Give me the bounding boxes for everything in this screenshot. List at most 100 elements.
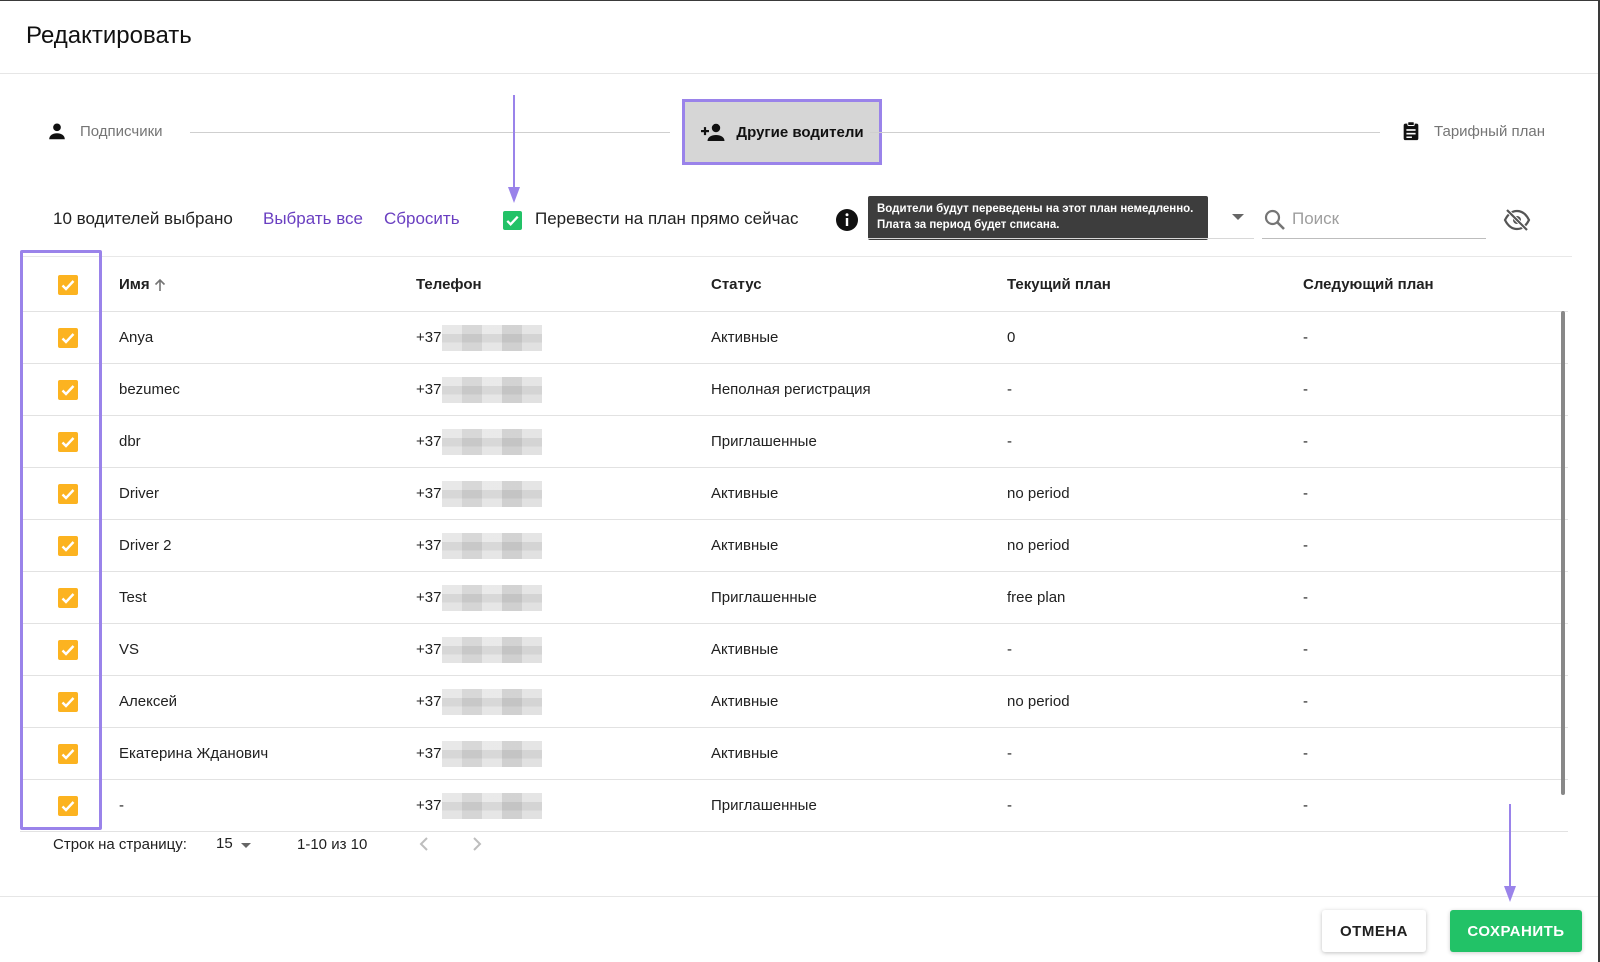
row-checkbox[interactable] — [58, 639, 78, 660]
redacted-phone — [442, 428, 543, 455]
cell-next-plan: - — [1303, 641, 1308, 658]
table-row[interactable]: Екатерина Жданович +37 Активные - - — [20, 728, 1568, 780]
cell-name: VS — [119, 641, 140, 658]
column-header-status[interactable]: Статус — [711, 258, 762, 311]
chevron-left-icon[interactable] — [413, 832, 435, 856]
cell-next-plan: - — [1303, 485, 1308, 502]
row-checkbox-cell — [54, 416, 82, 467]
selected-count: 10 водителей выбрано — [53, 209, 233, 228]
table-row[interactable]: Driver 2 +37 Активные no period - — [20, 520, 1568, 572]
dropdown-arrow-icon[interactable] — [1232, 214, 1244, 220]
info-icon[interactable] — [835, 208, 859, 232]
cell-name: - — [119, 797, 124, 814]
plan-select[interactable] — [868, 238, 1254, 239]
header-label: Имя — [119, 276, 150, 293]
cell-name: Driver 2 — [119, 537, 172, 554]
cell-status: Приглашенные — [711, 433, 817, 450]
table-row[interactable]: - +37 Приглашенные - - — [20, 780, 1568, 832]
cell-name: Test — [119, 589, 147, 606]
table-row[interactable]: Anya +37 Активные 0 - — [20, 312, 1568, 364]
row-checkbox[interactable] — [58, 431, 78, 452]
phone-prefix: +37 — [416, 797, 442, 814]
row-checkbox[interactable] — [58, 483, 78, 504]
cell-current-plan: free plan — [1007, 589, 1066, 606]
cell-name: Anya — [119, 329, 154, 346]
save-button[interactable]: СОХРАНИТЬ — [1450, 910, 1582, 952]
phone-prefix: +37 — [416, 433, 442, 450]
cell-status: Активные — [711, 693, 779, 710]
row-checkbox[interactable] — [58, 691, 78, 712]
step-label: Другие водители — [736, 123, 864, 141]
table-scrollbar[interactable] — [1561, 311, 1565, 795]
table-row[interactable]: Driver +37 Активные no period - — [20, 468, 1568, 520]
info-tooltip: Водители будут переведены на этот план н… — [868, 196, 1208, 240]
row-checkbox[interactable] — [58, 379, 78, 400]
cell-phone: +37 — [416, 624, 543, 675]
table-row[interactable]: VS +37 Активные - - — [20, 624, 1568, 676]
phone-prefix: +37 — [416, 485, 442, 502]
step-other-drivers[interactable]: Другие водители — [682, 99, 882, 165]
redacted-phone — [442, 740, 543, 767]
column-header-next-plan[interactable]: Следующий план — [1303, 258, 1434, 311]
cell-next-plan: - — [1303, 745, 1308, 762]
cell-current-plan: no period — [1007, 485, 1070, 502]
chevron-down-icon[interactable] — [241, 843, 251, 848]
visibility-off-icon[interactable] — [1503, 207, 1531, 233]
column-header-phone[interactable]: Телефон — [416, 258, 482, 311]
phone-prefix: +37 — [416, 745, 442, 762]
select-all-cell — [54, 258, 82, 311]
cell-status: Активные — [711, 329, 779, 346]
phone-prefix: +37 — [416, 329, 442, 346]
table-row[interactable]: dbr +37 Приглашенные - - — [20, 416, 1568, 468]
check-icon — [61, 540, 75, 552]
cell-status: Приглашенные — [711, 589, 817, 606]
cell-current-plan: - — [1007, 381, 1012, 398]
select-all-checkbox[interactable] — [58, 274, 78, 295]
row-checkbox[interactable] — [58, 743, 78, 764]
transfer-now-checkbox[interactable] — [503, 211, 522, 230]
check-icon — [61, 800, 75, 812]
cell-name: Алексей — [119, 693, 178, 710]
step-tariff-plan[interactable]: Тарифный план — [1400, 120, 1545, 142]
table-row[interactable]: Алексей +37 Активные no period - — [20, 676, 1568, 728]
row-checkbox[interactable] — [58, 587, 78, 608]
cell-next-plan: - — [1303, 693, 1308, 710]
check-icon — [61, 436, 75, 448]
select-all-link[interactable]: Выбрать все — [263, 209, 363, 229]
reset-link[interactable]: Сбросить — [384, 209, 460, 229]
cell-name: bezumec — [119, 381, 180, 398]
cell-status: Активные — [711, 537, 779, 554]
phone-prefix: +37 — [416, 589, 442, 606]
cell-name: Екатерина Жданович — [119, 745, 269, 762]
chevron-right-icon[interactable] — [466, 832, 488, 856]
step-subscribers[interactable]: Подписчики — [46, 120, 163, 142]
table-row[interactable]: bezumec +37 Неполная регистрация - - — [20, 364, 1568, 416]
phone-prefix: +37 — [416, 537, 442, 554]
cell-next-plan: - — [1303, 433, 1308, 450]
rows-per-page-select[interactable]: 15 — [216, 835, 233, 852]
redacted-phone — [442, 688, 543, 715]
table-row[interactable]: Test +37 Приглашенные free plan - — [20, 572, 1568, 624]
row-checkbox-cell — [54, 624, 82, 675]
search-input[interactable] — [1292, 204, 1492, 234]
redacted-phone — [442, 376, 543, 403]
column-header-name[interactable]: Имя — [119, 258, 167, 311]
cancel-button[interactable]: ОТМЕНА — [1322, 910, 1426, 952]
cell-status: Неполная регистрация — [711, 381, 871, 398]
check-icon — [61, 332, 75, 344]
cell-next-plan: - — [1303, 329, 1308, 346]
column-header-current-plan[interactable]: Текущий план — [1007, 258, 1111, 311]
row-checkbox[interactable] — [58, 327, 78, 348]
cell-current-plan: - — [1007, 797, 1012, 814]
row-checkbox-cell — [54, 520, 82, 571]
cell-name: Driver — [119, 485, 159, 502]
table-header-row: Имя Телефон Статус Текущий план Следующи… — [20, 258, 1568, 312]
row-checkbox[interactable] — [58, 535, 78, 556]
cell-status: Активные — [711, 745, 779, 762]
cell-next-plan: - — [1303, 537, 1308, 554]
drivers-table: Имя Телефон Статус Текущий план Следующи… — [20, 258, 1568, 832]
row-checkbox[interactable] — [58, 795, 78, 816]
divider — [0, 896, 1598, 897]
row-checkbox-cell — [54, 780, 82, 831]
redacted-phone — [442, 636, 543, 663]
